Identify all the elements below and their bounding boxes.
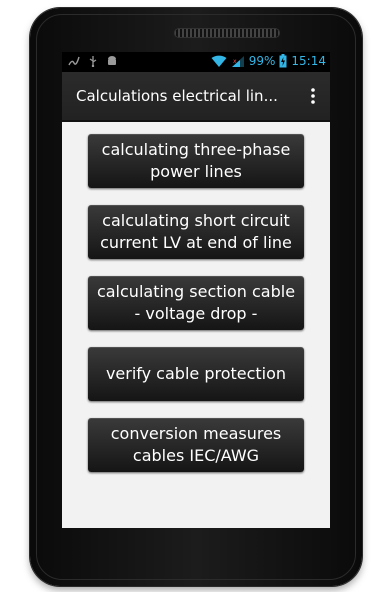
earpiece-speaker bbox=[174, 28, 280, 38]
app-title: Calculations electrical lin... bbox=[76, 87, 278, 105]
battery-percent: 99% bbox=[248, 54, 276, 68]
short-circuit-current-button[interactable]: calculating short circuit current LV at … bbox=[88, 205, 304, 259]
verify-cable-protection-button[interactable]: verify cable protection bbox=[88, 347, 304, 401]
action-bar: Calculations electrical lin... bbox=[62, 72, 330, 122]
section-cable-voltage-drop-button[interactable]: calculating section cable - voltage drop… bbox=[88, 276, 304, 330]
button-label: conversion measures cables IEC/AWG bbox=[110, 424, 282, 465]
usb-icon bbox=[89, 56, 97, 67]
battery-icon bbox=[279, 54, 287, 68]
system-status: x 99% 15:14 bbox=[211, 54, 326, 68]
android-icon bbox=[108, 56, 116, 65]
overflow-menu-icon[interactable] bbox=[308, 86, 318, 106]
status-clock: 15:14 bbox=[291, 54, 326, 68]
conversion-iec-awg-button[interactable]: conversion measures cables IEC/AWG bbox=[88, 418, 304, 472]
svg-text:x: x bbox=[233, 58, 237, 65]
button-label: calculating short circuit current LV at … bbox=[100, 211, 292, 252]
button-label: calculating three-phase power lines bbox=[101, 140, 291, 181]
button-label: verify cable protection bbox=[105, 364, 287, 383]
device-screen: x 99% 15:14 Calculations electrical lin.… bbox=[62, 52, 330, 528]
main-menu: calculating three-phase power lines calc… bbox=[62, 122, 330, 528]
three-phase-power-lines-button[interactable]: calculating three-phase power lines bbox=[88, 134, 304, 188]
notification-icons bbox=[68, 55, 118, 67]
status-bar: x 99% 15:14 bbox=[62, 52, 330, 72]
signal-icon: x bbox=[231, 55, 244, 67]
signature-icon bbox=[68, 56, 80, 66]
wifi-icon bbox=[211, 55, 227, 67]
button-label: calculating section cable - voltage drop… bbox=[96, 282, 296, 323]
